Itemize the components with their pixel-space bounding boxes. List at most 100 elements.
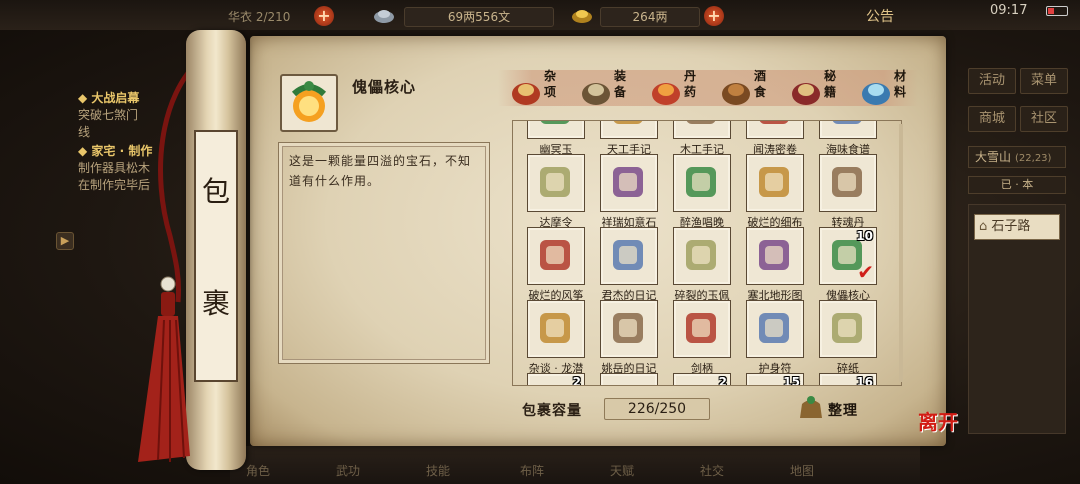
gem-icon xyxy=(613,167,643,197)
bottom-tab-formation[interactable]: 布阵 xyxy=(520,462,544,479)
silver-icon xyxy=(374,10,394,23)
kite-icon xyxy=(540,240,570,270)
crystal-icon xyxy=(862,83,890,105)
pill-icon xyxy=(652,83,680,105)
item-count: 15 xyxy=(783,375,800,386)
pill-box-icon xyxy=(832,167,862,197)
pendant-icon xyxy=(686,240,716,270)
game-screen: 华衣 2/210 + 69两556文 264两 + 公告 09:17 ◆ 大战启… xyxy=(0,0,1080,484)
tab-3[interactable]: 酒食 xyxy=(714,66,782,110)
scroll-icon xyxy=(759,121,789,124)
item-slot[interactable] xyxy=(746,154,804,212)
item-slot[interactable] xyxy=(819,121,877,139)
item-slot[interactable] xyxy=(746,227,804,285)
item-slot[interactable] xyxy=(600,154,658,212)
item-slot[interactable] xyxy=(673,300,731,358)
bottom-tab-talent[interactable]: 天赋 xyxy=(610,462,634,479)
shop-button[interactable]: 商城 xyxy=(968,106,1016,132)
item-slot[interactable] xyxy=(819,154,877,212)
item-slot[interactable] xyxy=(819,300,877,358)
tab-label: 秘籍 xyxy=(824,69,837,99)
selected-check-icon: ✔ xyxy=(857,260,874,284)
road-label: 石子路 xyxy=(991,219,1031,234)
selected-item-name: 傀儡核心 xyxy=(352,78,417,96)
bag-title-label: 包 裹 xyxy=(194,130,238,382)
book-icon xyxy=(792,83,820,105)
item-slot[interactable] xyxy=(600,227,658,285)
item-slot[interactable]: 2 xyxy=(673,373,731,386)
gold-icon xyxy=(572,10,592,23)
announcement-button[interactable]: 公告 xyxy=(866,6,894,26)
item-icon xyxy=(601,374,655,386)
item-slot[interactable]: 2 xyxy=(527,373,585,386)
location-label: 大雪山 (22,23) xyxy=(968,146,1066,168)
book-icon xyxy=(686,167,716,197)
item-grid[interactable]: 幽冥玉 天工手记 木工手记 闻涛密卷 海味食谱 达摩令 祥瑞如意石 醉渔唱晚 破烂的细布 转魂丹破… xyxy=(512,120,902,386)
grid-scrollbar[interactable] xyxy=(899,124,903,382)
item-slot[interactable] xyxy=(527,300,585,358)
bottom-tab-martial[interactable]: 武功 xyxy=(336,462,360,479)
tassel-icon xyxy=(138,276,190,462)
tab-0[interactable]: 杂项 xyxy=(504,66,572,110)
item-count: 10 xyxy=(856,229,873,243)
minimap-bar[interactable]: 已 · 本 xyxy=(968,176,1066,194)
paper-icon xyxy=(832,313,862,343)
amulet-icon xyxy=(759,313,789,343)
item-slot[interactable] xyxy=(746,121,804,139)
silver-amount: 69两556文 xyxy=(404,7,554,27)
item-slot[interactable] xyxy=(673,227,731,285)
scroll-icon xyxy=(613,240,643,270)
tab-label: 丹药 xyxy=(684,69,697,99)
menu-button[interactable]: 菜单 xyxy=(1020,68,1068,94)
tab-5[interactable]: 材料 xyxy=(854,66,922,110)
leave-label: 离开 xyxy=(918,410,958,434)
item-slot[interactable] xyxy=(527,154,585,212)
item-slot[interactable] xyxy=(673,154,731,212)
tab-2[interactable]: 丹药 xyxy=(644,66,712,110)
leave-button[interactable]: 离开 xyxy=(914,402,962,450)
item-slot[interactable] xyxy=(527,227,585,285)
top-bar: 华衣 2/210 + 69两556文 264两 + 公告 09:17 xyxy=(0,0,1080,30)
item-slot[interactable]: 15 xyxy=(746,373,804,386)
location-name: 大雪山 xyxy=(975,150,1012,164)
item-slot[interactable] xyxy=(746,300,804,358)
item-count: 2 xyxy=(572,375,581,386)
cloth-icon xyxy=(759,167,789,197)
recipe-icon xyxy=(832,121,862,124)
map-icon xyxy=(759,240,789,270)
road-button[interactable]: ⌂ 石子路 xyxy=(974,214,1060,240)
road-icon: ⌂ xyxy=(979,219,992,234)
tab-4[interactable]: 秘籍 xyxy=(784,66,852,110)
add-gold-button[interactable]: + xyxy=(704,6,724,26)
selected-item-icon xyxy=(280,74,338,132)
bottom-bar: 角色 武功 技能 布阵 天赋 社交 地图 xyxy=(230,446,920,484)
activity-button[interactable]: 活动 xyxy=(968,68,1016,94)
item-slot[interactable] xyxy=(600,300,658,358)
bottom-tab-social[interactable]: 社交 xyxy=(700,462,724,479)
item-slot[interactable]: 10 ✔ xyxy=(819,227,877,285)
gold-amount: 264两 xyxy=(600,7,700,27)
clock: 09:17 xyxy=(990,3,1028,18)
capacity-label: 包裹容量 xyxy=(522,403,582,419)
hilt-icon xyxy=(686,313,716,343)
tab-label: 杂项 xyxy=(544,69,557,99)
battery-icon xyxy=(1046,6,1068,16)
note-icon xyxy=(686,121,716,124)
bottom-tab-skill[interactable]: 技能 xyxy=(426,462,450,479)
community-button[interactable]: 社区 xyxy=(1020,106,1068,132)
scroll-icon xyxy=(613,313,643,343)
expand-arrow-icon[interactable]: ▶ xyxy=(56,232,74,250)
tab-1[interactable]: 装备 xyxy=(574,66,642,110)
item-slot[interactable]: 16 xyxy=(819,373,877,385)
tab-label: 材料 xyxy=(894,69,907,99)
item-slot[interactable] xyxy=(527,121,585,139)
item-slot[interactable] xyxy=(600,373,658,386)
item-slot[interactable] xyxy=(600,121,658,139)
bottom-tab-map[interactable]: 地图 xyxy=(790,462,814,479)
item-count: 2 xyxy=(718,375,727,386)
wine-icon xyxy=(722,83,750,105)
capacity-value: 226/250 xyxy=(604,398,710,420)
add-button[interactable]: + xyxy=(314,6,334,26)
item-slot[interactable] xyxy=(673,121,731,139)
sort-button[interactable]: 整理 xyxy=(796,392,872,424)
